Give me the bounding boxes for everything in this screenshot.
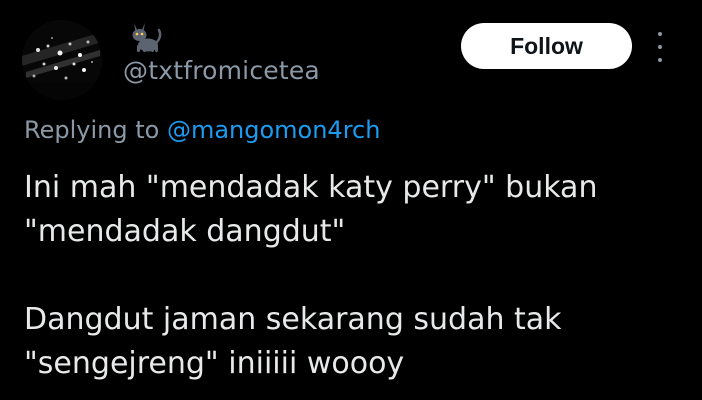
author-handle[interactable]: @txtfromicetea [123,56,320,85]
follow-button[interactable]: Follow [461,23,632,69]
black-cat-emoji-icon [126,18,162,54]
tweet-line: "mendadak dangdut" [24,214,346,249]
tweet-line: Dangdut jaman sekarang sudah tak [24,302,562,337]
replying-to-line: Replying to @mangomon4rch [24,116,380,144]
tweet-text: Ini mah "mendadak katy perry" bukan "men… [24,166,684,386]
more-dot [658,58,662,62]
tweet-line: Ini mah "mendadak katy perry" bukan [24,170,598,205]
replying-to-label: Replying to [24,116,167,144]
tweet-line: "sengejreng" iniiiii woooy [24,346,405,381]
reply-mention-link[interactable]: @mangomon4rch [167,116,381,144]
avatar[interactable] [22,20,102,100]
more-dot [658,45,662,49]
more-vertical-icon[interactable] [652,32,668,62]
concert-lights-avatar-icon [22,20,102,100]
more-dot [658,32,662,36]
